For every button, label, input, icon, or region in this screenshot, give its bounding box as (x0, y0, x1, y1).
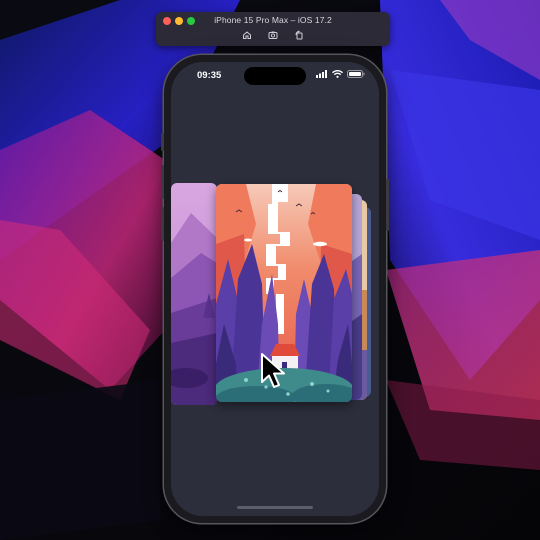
home-indicator[interactable] (237, 506, 313, 509)
status-icons (316, 70, 365, 78)
battery-icon (347, 70, 365, 78)
dynamic-island (244, 67, 306, 85)
power-button[interactable] (386, 179, 389, 231)
volume-down-button[interactable] (161, 207, 164, 241)
simulator-title: iPhone 15 Pro Max – iOS 17.2 (214, 15, 332, 25)
status-time: 09:35 (197, 70, 222, 81)
wifi-icon (332, 70, 343, 78)
volume-up-button[interactable] (161, 165, 164, 199)
home-icon[interactable] (242, 30, 252, 40)
iphone-simulator: 09:35 (161, 55, 389, 523)
purple-mountain-landscape-card[interactable] (171, 183, 217, 405)
rotate-icon[interactable] (294, 30, 304, 40)
action-button[interactable] (161, 133, 164, 151)
simulator-toolbar (156, 30, 390, 42)
simulator-title-bar: iPhone 15 Pro Max – iOS 17.2 (156, 12, 390, 46)
mouse-pointer-icon (261, 353, 285, 388)
signal-icon (316, 70, 327, 78)
screenshot-icon[interactable] (268, 30, 278, 40)
phone-screen: 09:35 (171, 62, 379, 516)
